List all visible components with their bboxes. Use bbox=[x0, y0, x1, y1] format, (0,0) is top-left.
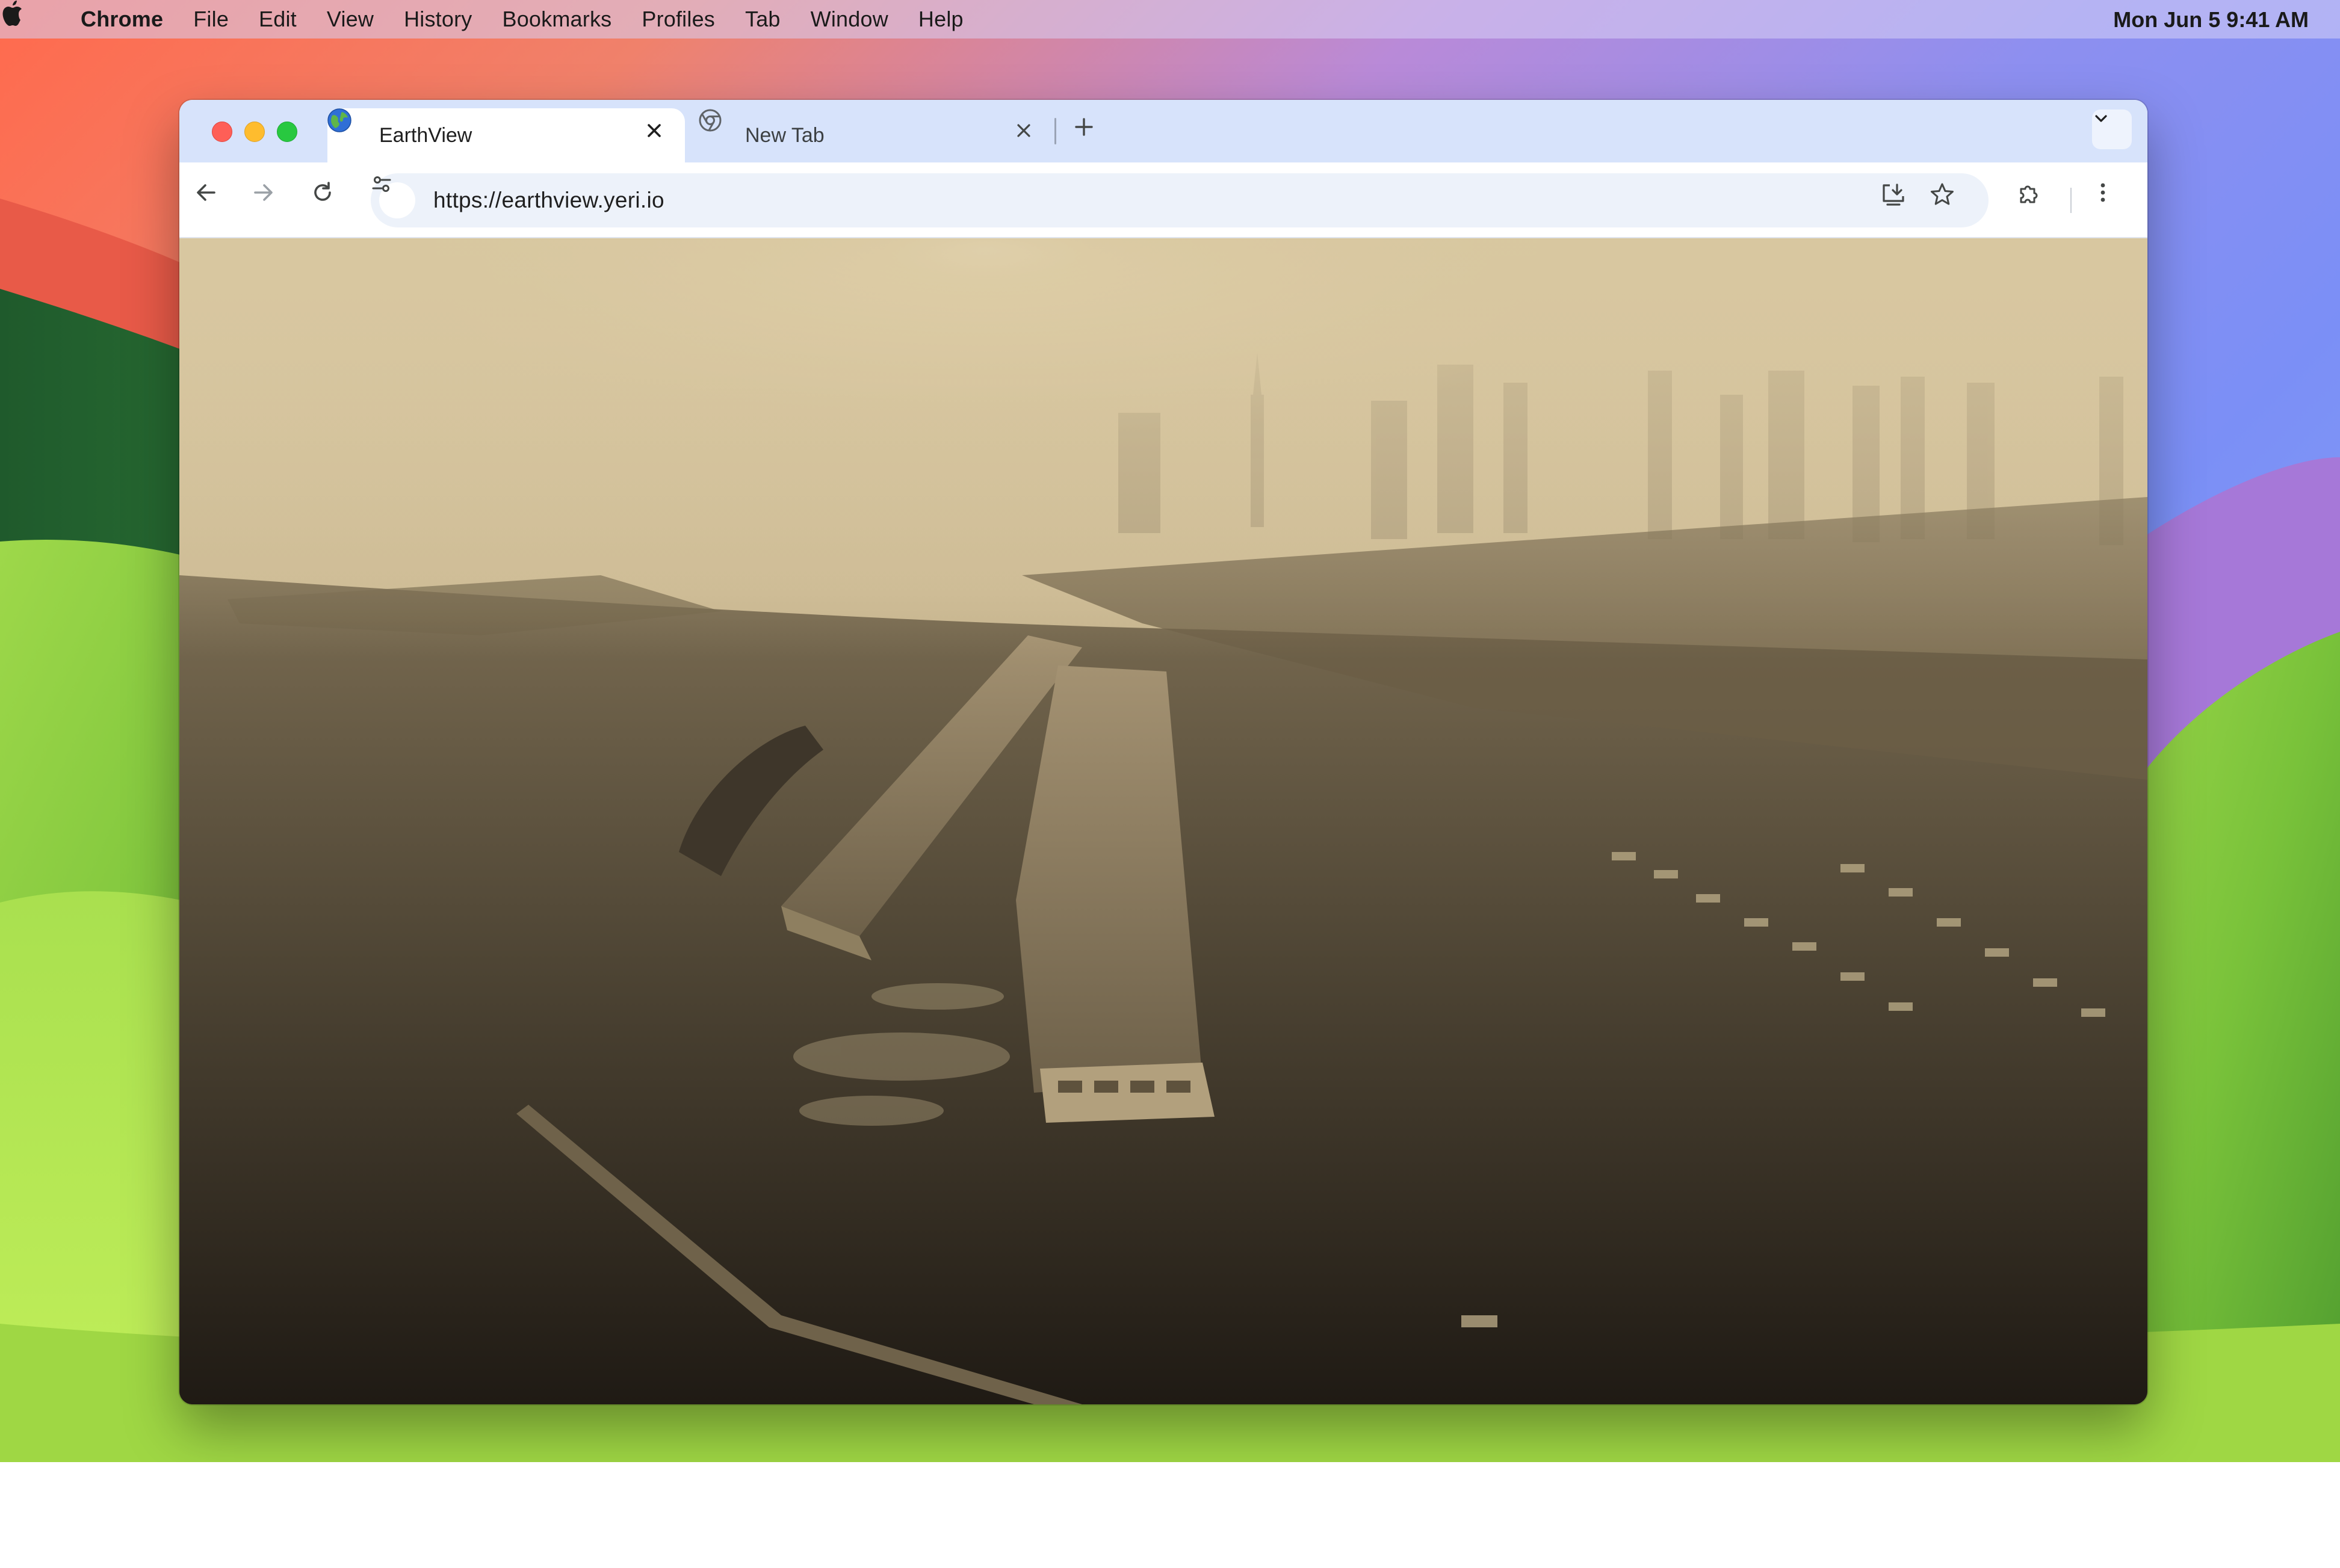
menu-file[interactable]: File bbox=[193, 7, 229, 32]
tab-search-chevron-down-icon[interactable] bbox=[2092, 110, 2132, 149]
menu-view[interactable]: View bbox=[327, 7, 374, 32]
forward-arrow-icon[interactable] bbox=[252, 181, 290, 219]
menu-window[interactable]: Window bbox=[811, 7, 888, 32]
menu-app-name[interactable]: Chrome bbox=[81, 7, 163, 32]
apple-menu-icon[interactable] bbox=[2, 1, 53, 34]
tab-earthview[interactable]: EarthView bbox=[327, 108, 685, 162]
aerial-harbor-photo bbox=[179, 238, 2147, 1404]
window-zoom-button[interactable] bbox=[277, 122, 297, 142]
new-tab-plus-icon[interactable] bbox=[1074, 117, 1104, 147]
tab-title: EarthView bbox=[379, 123, 472, 147]
menu-profiles[interactable]: Profiles bbox=[642, 7, 715, 32]
bookmark-star-icon[interactable] bbox=[1930, 182, 1967, 219]
install-app-icon[interactable] bbox=[1880, 182, 1918, 219]
site-settings-tune-icon[interactable] bbox=[372, 176, 415, 218]
menu-bar: Chrome File Edit View History Bookmarks … bbox=[0, 0, 2340, 39]
reload-icon[interactable] bbox=[311, 181, 349, 219]
back-arrow-icon[interactable] bbox=[194, 181, 232, 219]
extensions-puzzle-icon[interactable] bbox=[2016, 181, 2055, 219]
menu-tab[interactable]: Tab bbox=[745, 7, 781, 32]
address-bar[interactable]: https://earthview.yeri.io bbox=[371, 173, 1989, 227]
menu-edit[interactable]: Edit bbox=[259, 7, 297, 32]
url-text[interactable]: https://earthview.yeri.io bbox=[433, 188, 664, 213]
tab-separator bbox=[1054, 118, 1056, 144]
tab-strip: EarthView New Tab bbox=[179, 100, 2147, 162]
page-content-earthview-photo bbox=[179, 238, 2147, 1404]
tab-title: New Tab bbox=[745, 123, 825, 147]
menu-help[interactable]: Help bbox=[918, 7, 964, 32]
tab-close-icon[interactable] bbox=[1015, 122, 1042, 149]
browser-window: EarthView New Tab https://earthview.yeri… bbox=[179, 100, 2147, 1404]
menubar-clock[interactable]: Mon Jun 5 9:41 AM bbox=[2113, 7, 2309, 32]
browser-toolbar: https://earthview.yeri.io bbox=[179, 162, 2147, 238]
chrome-icon bbox=[699, 109, 731, 147]
globe-icon bbox=[327, 108, 365, 147]
tab-new-tab[interactable]: New Tab bbox=[698, 108, 1045, 162]
window-close-button[interactable] bbox=[212, 122, 232, 142]
toolbar-separator bbox=[2070, 188, 2072, 213]
desktop-wallpaper: Chrome File Edit View History Bookmarks … bbox=[0, 0, 2340, 1462]
more-vertical-icon[interactable] bbox=[2091, 181, 2129, 219]
menu-history[interactable]: History bbox=[404, 7, 472, 32]
menu-bookmarks[interactable]: Bookmarks bbox=[503, 7, 612, 32]
window-minimize-button[interactable] bbox=[244, 122, 265, 142]
tab-close-icon[interactable] bbox=[645, 122, 673, 149]
